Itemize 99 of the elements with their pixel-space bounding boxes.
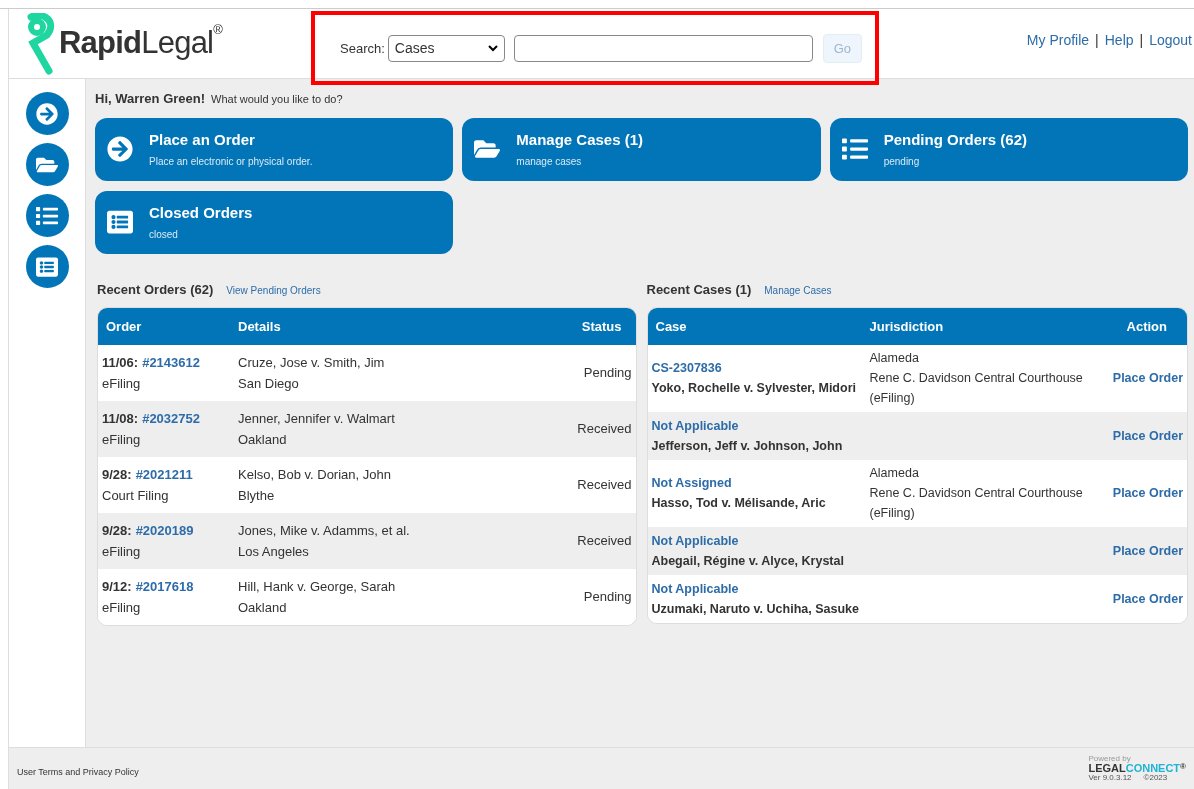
order-status: Received [577,420,633,439]
sidebar-button[interactable] [25,245,69,288]
order-type: eFiling [102,374,142,393]
column-header: Order [105,317,143,336]
logo-icon [27,12,55,75]
logo-text: RapidLegal® [59,21,223,63]
header-link[interactable]: My Profile [1026,29,1090,51]
case-parties: Uzumaki, Naruto v. Uchiha, Sasuke [651,600,860,618]
search-label: Search: [340,39,385,58]
case-link[interactable]: Not Applicable [651,531,739,551]
order-date: 9/12: [102,578,132,596]
action-tile[interactable]: Manage Cases (1) manage cases [462,117,821,181]
order-status: Pending [583,588,633,607]
tile-title: Manage Cases (1) [516,130,644,151]
terms-link[interactable]: User Terms and Privacy Policy [17,765,139,780]
link-separator: | [1095,30,1099,50]
action-tile[interactable]: Place an Order Place an electronic or physical order. [95,117,454,181]
tile-subtitle: pending [883,154,921,169]
section-title: Recent Orders (62) [97,280,214,299]
place-order-link[interactable]: Place Order [1112,541,1187,561]
order-status: Pending [583,364,633,383]
place-order-link[interactable]: Place Order [1112,369,1187,388]
order-location: Oakland [238,598,288,617]
tile-subtitle: Place an electronic or physical order. [149,154,313,169]
tile-subtitle: manage cases [516,154,583,169]
header-link[interactable]: Help [1104,29,1134,51]
place-order-link[interactable]: Place Order [1112,484,1187,503]
place-order-link[interactable]: Place Order [1112,589,1187,609]
jurisdiction-line: Alameda [869,350,920,368]
order-date: 9/28: [102,522,132,540]
order-link[interactable]: #2020189 [135,521,194,541]
order-status: Received [577,476,633,495]
order-link[interactable]: #2143612 [142,353,200,373]
order-date: 9/28: [102,466,132,484]
order-details: Jenner, Jennifer v. Walmart [238,410,396,428]
jurisdiction-line: Alameda [869,465,920,483]
version-text: Ver 9.0.3.12 [1088,774,1132,782]
greeting-name: Hi, Warren Green! [95,90,206,108]
order-link[interactable]: #2021211 [135,465,193,485]
order-type: eFiling [102,598,142,617]
jurisdiction-line: Rene C. Davidson Central Courthouse [869,370,1084,388]
powered-by-text: Powered by [1088,755,1132,763]
list-card-icon [107,209,133,235]
greeting-prompt: What would you like to do? [211,92,343,107]
case-link[interactable]: CS-2307836 [651,359,722,378]
order-type: eFiling [102,542,142,561]
case-parties: Yoko, Rochelle v. Sylvester, Midori [651,380,857,397]
search-scope-select[interactable]: Cases [387,35,505,62]
order-date: 11/08: [102,410,139,428]
order-location: San Diego [238,374,300,393]
column-header: Status [581,317,623,336]
list-icon [841,136,868,162]
tile-title: Place an Order [149,130,256,151]
case-parties: Abegail, Régine v. Alyce, Krystal [651,552,845,570]
order-location: Los Angeles [238,542,310,561]
view-pending-link[interactable]: View Pending Orders [226,282,321,298]
order-details: Kelso, Bob v. Dorian, John [238,466,392,484]
copyright-text: ©2023 [1143,774,1168,782]
tile-title: Closed Orders [149,203,253,224]
action-tile[interactable]: Pending Orders (62) pending [829,117,1188,181]
case-link[interactable]: Not Applicable [651,579,739,599]
order-link[interactable]: #2032752 [142,409,200,429]
order-details: Jones, Mike v. Adamms, et al. [238,522,411,540]
order-type: Court Filing [102,486,170,505]
brand-logo: LEGALCONNECT® [1088,763,1186,774]
jurisdiction-line: Rene C. Davidson Central Courthouse [869,485,1084,503]
list-card-icon [36,255,58,278]
column-header: Jurisdiction [869,317,945,336]
case-parties: Hasso, Tod v. Mélisande, Aric [651,495,827,512]
sidebar-button[interactable] [25,143,69,186]
header-link[interactable]: Logout [1149,29,1192,51]
tile-title: Pending Orders (62) [883,130,1028,151]
sidebar-button[interactable] [25,92,69,135]
jurisdiction-line: (eFiling) [869,504,916,522]
sidebar-button[interactable] [25,194,69,237]
place-order-link[interactable]: Place Order [1112,426,1187,446]
tile-subtitle: closed [149,227,179,242]
column-header: Case [654,317,688,336]
section-title: Recent Cases (1) [646,280,752,299]
jurisdiction-line: (eFiling) [869,389,916,407]
list-icon [36,204,58,227]
order-details: Cruze, Jose v. Smith, Jim [238,354,386,372]
order-status: Received [577,532,633,551]
order-date: 11/06: [102,354,139,372]
order-link[interactable]: #2017618 [135,577,194,597]
order-location: Blythe [238,486,276,505]
column-header: Details [238,317,282,336]
case-link[interactable]: Not Applicable [651,416,739,436]
search-field[interactable] [513,35,813,62]
order-details: Hill, Hank v. George, Sarah [238,578,397,596]
case-link[interactable]: Not Assigned [651,474,732,493]
action-tile[interactable]: Closed Orders closed [95,190,454,254]
column-header: Action [1126,317,1168,336]
order-location: Oakland [238,430,288,449]
case-parties: Jefferson, Jeff v. Johnson, John [651,437,844,455]
order-type: eFiling [102,430,142,449]
manage-cases-link[interactable]: Manage Cases [764,282,832,298]
link-separator: | [1139,30,1144,50]
caret-icon [487,45,498,52]
